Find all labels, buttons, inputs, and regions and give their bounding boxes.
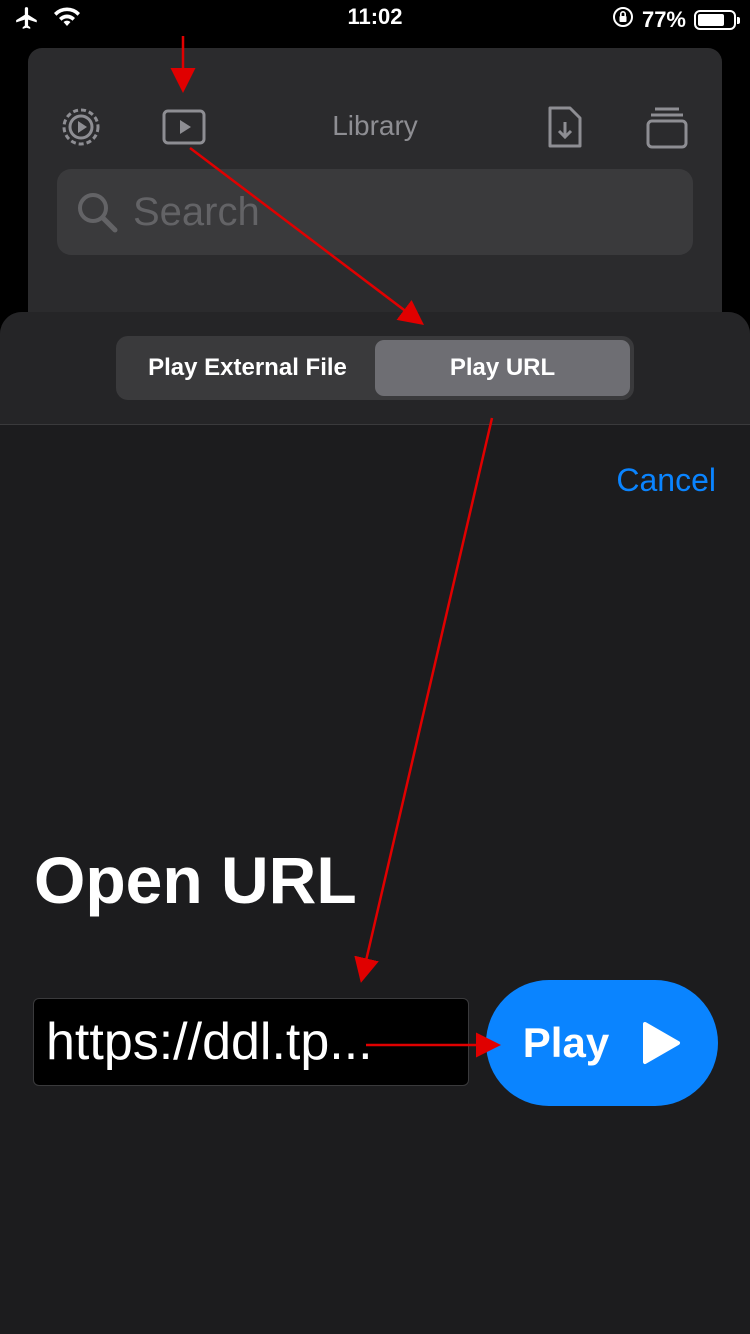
library-search-field[interactable]: Search	[57, 169, 693, 255]
search-icon	[75, 190, 119, 234]
page-title: Open URL	[34, 843, 357, 917]
battery-percent: 77%	[641, 7, 686, 32]
stack-icon[interactable]	[644, 104, 690, 150]
play-icon	[641, 1021, 681, 1065]
battery-fill	[698, 14, 725, 26]
play-button[interactable]: Play	[486, 980, 718, 1106]
segment-play-url[interactable]: Play URL	[375, 340, 630, 396]
source-segmented-control: Play External File Play URL	[116, 336, 634, 400]
battery-icon	[694, 10, 740, 30]
library-title: Library	[332, 110, 418, 141]
search-placeholder: Search	[133, 189, 260, 234]
status-bar: 11:02 77%	[0, 0, 750, 40]
document-download-icon[interactable]	[542, 104, 588, 150]
cancel-button[interactable]: Cancel	[616, 462, 716, 499]
orientation-lock-icon	[612, 6, 634, 34]
play-button-label: Play	[522, 1019, 610, 1066]
sheet-header: Play External File Play URL	[0, 312, 750, 425]
url-input[interactable]: https://ddl.tp...	[33, 998, 469, 1086]
open-url-sheet: Play External File Play URL Cancel Open …	[0, 312, 750, 1334]
segment-play-external-file[interactable]: Play External File	[120, 340, 375, 396]
